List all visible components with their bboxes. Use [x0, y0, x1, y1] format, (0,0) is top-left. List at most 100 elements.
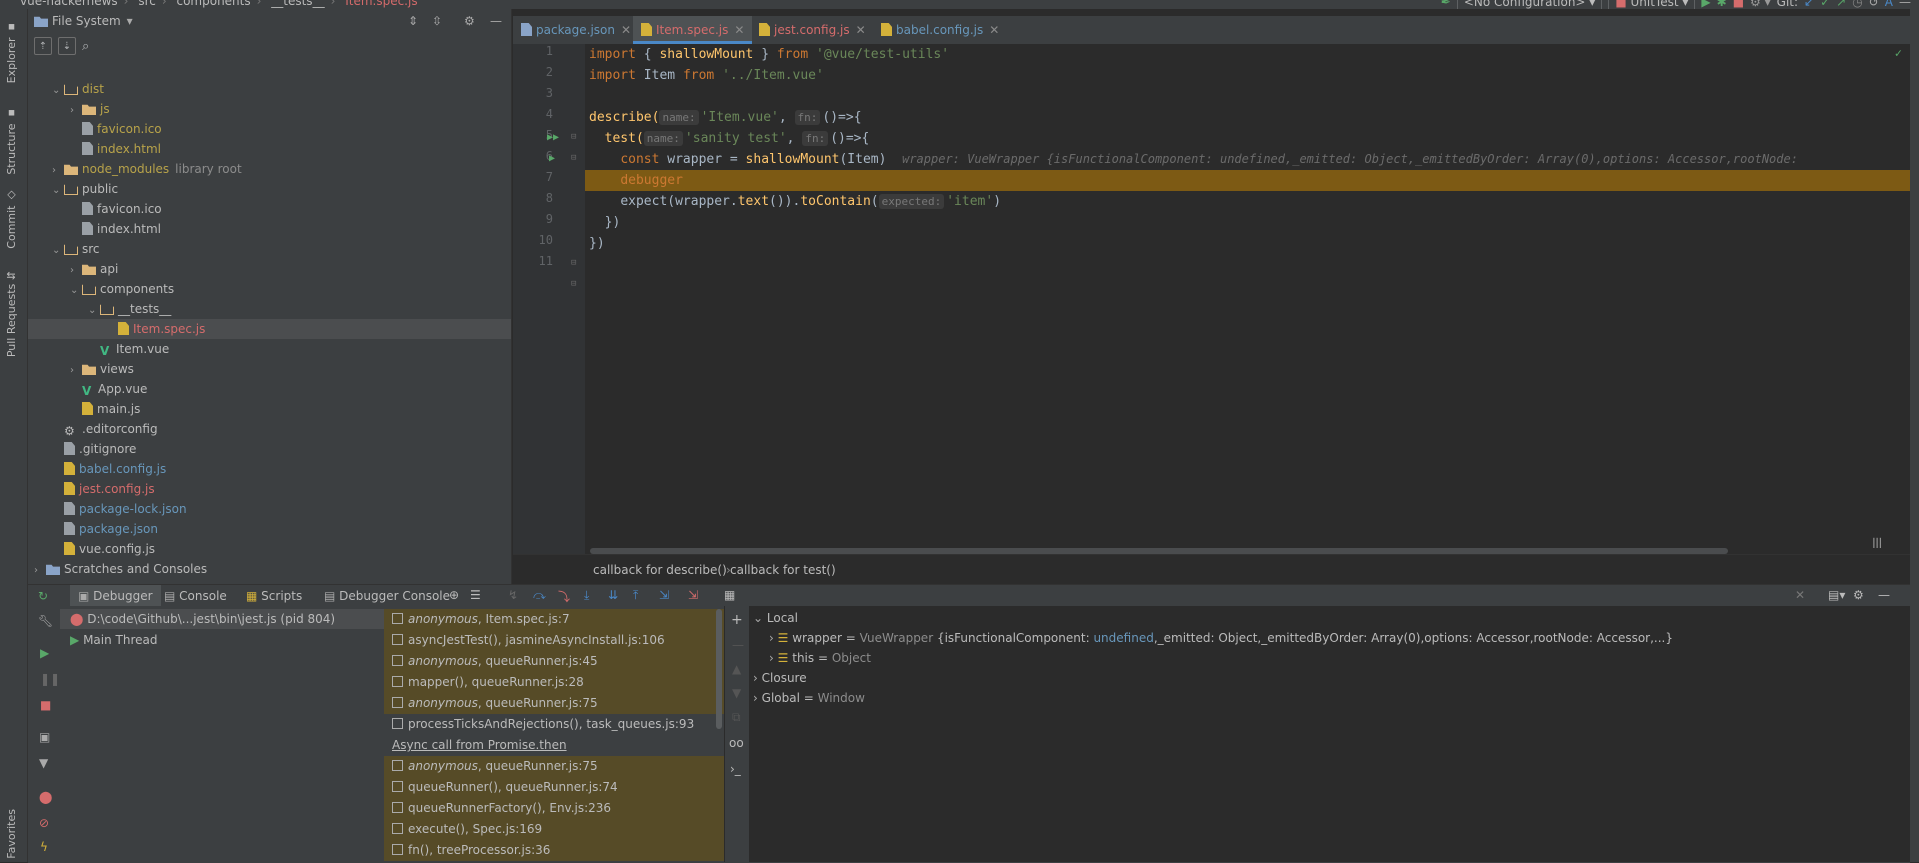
fold-icon[interactable]: ⊟ [571, 258, 576, 268]
chevron-down-icon[interactable]: ⌄ [70, 281, 82, 301]
close-icon[interactable]: ✕ [621, 23, 631, 37]
run-test-icon[interactable]: ▶ [549, 153, 555, 164]
unit-test-config-select[interactable]: ■ UnitTest ▾ [1608, 0, 1696, 9]
variable-wrapper[interactable]: › ☰ wrapper = VueWrapper {isFunctionalCo… [769, 628, 1673, 648]
coverage-icon[interactable]: ⚙ ▾ [1750, 0, 1771, 9]
async-separator[interactable]: Async call from Promise.then [384, 735, 724, 756]
stack-frame[interactable]: anonymous, queueRunner.js:45 [384, 651, 724, 672]
expand-all-icon[interactable]: ⇕ [408, 14, 418, 28]
stack-frame[interactable]: queueRunner(), queueRunner.js:74 [384, 777, 724, 798]
pause-icon[interactable]: ❚❚ [40, 672, 60, 686]
stack-frame[interactable]: anonymous, queueRunner.js:75 [384, 756, 724, 777]
lightning-icon[interactable]: ϟ [40, 840, 48, 854]
scroll-from-source-icon[interactable]: ⇡ [34, 37, 52, 55]
chevron-down-icon[interactable]: ▾ [127, 14, 133, 28]
tab-scripts[interactable]: ▦ Scripts [246, 585, 302, 607]
table-view-icon[interactable]: ▦ [724, 588, 735, 602]
chevron-right-icon[interactable]: › [70, 261, 82, 281]
tree-item[interactable]: › js [70, 99, 110, 119]
git-commit-icon[interactable]: ✓ [1820, 0, 1830, 9]
tree-item[interactable]: ⌄ dist [52, 79, 104, 99]
tree-item[interactable]: package-lock.json [52, 499, 187, 519]
breadcrumb-describe[interactable]: callback for describe() [593, 563, 727, 577]
tree-item[interactable]: › views [70, 359, 134, 379]
collapse-all-icon[interactable]: ⇳ [432, 14, 442, 28]
git-update-icon[interactable]: ↙ [1804, 0, 1814, 9]
tree-item[interactable]: ⌄ __tests__ [88, 299, 171, 319]
chevron-right-icon[interactable]: › [34, 561, 46, 581]
close-icon[interactable]: ✕ [734, 23, 744, 37]
editor-gutter[interactable]: 1 2 3 4 5 6 7 8 9 10 11 ▶▶ ▶ ⊟ ⊟ ⊟ ⊟ [513, 44, 585, 554]
tab-jest-config-js[interactable]: jest.config.js ✕ [751, 16, 874, 44]
chevron-down-icon[interactable]: ⌄ [52, 181, 64, 201]
breadcrumb-test[interactable]: callback for test() [730, 563, 836, 577]
stack-frame[interactable]: fn(), treeProcessor.js:36 [384, 840, 724, 861]
evaluate-icon[interactable]: ⇲ [688, 588, 698, 602]
tree-item[interactable]: favicon.ico [70, 119, 162, 139]
tab-pull-requests[interactable]: Pull Requests ⇵ [5, 271, 18, 357]
fold-icon[interactable]: ⊟ [571, 279, 576, 289]
filter-icon[interactable]: ▼ [39, 756, 48, 770]
stack-frame[interactable]: asyncJestTest(), jasmineAsyncInstall.js:… [384, 630, 724, 651]
git-history-icon[interactable]: ◷ [1852, 0, 1862, 9]
step-into-my-code-icon[interactable]: ⤓ [584, 588, 589, 603]
fold-icon[interactable]: ⊟ [571, 153, 576, 163]
tree-item[interactable]: index.html [70, 139, 161, 159]
chevron-down-icon[interactable]: ⌄ [88, 301, 100, 321]
step-out-icon[interactable]: ⤒ [633, 588, 638, 603]
tree-item[interactable]: ⌄ src [52, 239, 100, 259]
translate-icon[interactable]: A [1885, 0, 1893, 9]
process-row[interactable]: ⬤ D:\code\Github\...jest\bin\jest.js (pi… [60, 609, 384, 629]
breadcrumb-file[interactable]: Item.spec.js [345, 0, 417, 8]
tab-item-spec-js[interactable]: Item.spec.js ✕ [633, 16, 753, 44]
inspection-ok-icon[interactable]: ✓ [1895, 46, 1902, 60]
debug-icon[interactable]: ✱ [1717, 0, 1727, 9]
chevron-right-icon[interactable]: › [70, 101, 82, 121]
step-into-icon[interactable]: ⤵ [558, 588, 570, 605]
stop-icon[interactable]: ■ [1733, 0, 1744, 9]
stack-frame[interactable]: anonymous, queueRunner.js:75 [384, 693, 724, 714]
scope-global[interactable]: › Global = Window [753, 688, 865, 708]
tree-item[interactable]: V Item.vue [88, 339, 169, 359]
tab-favorites[interactable]: Favorites [5, 809, 18, 859]
show-execution-point-icon[interactable]: ↯ [508, 588, 518, 602]
stack-frame[interactable]: anonymous, Item.spec.js:7 [384, 609, 724, 630]
close-icon[interactable]: ✕ [1795, 588, 1805, 602]
scope-closure[interactable]: › Closure [753, 668, 807, 688]
hide-panel-icon[interactable]: — [1878, 588, 1890, 602]
scroll-to-source-icon[interactable]: ⇣ [58, 37, 76, 55]
tree-item[interactable]: › node_modules library root [52, 159, 242, 179]
resume-icon[interactable]: ▶ [40, 646, 49, 660]
tab-babel-config-js[interactable]: babel.config.js ✕ [873, 16, 1007, 44]
remove-watch-icon[interactable]: — [732, 638, 744, 652]
close-icon[interactable]: ✕ [989, 23, 999, 37]
minimize-icon[interactable]: — [1899, 0, 1911, 9]
tree-item[interactable]: vue.config.js [52, 539, 155, 559]
frames-scrollbar[interactable] [716, 609, 722, 729]
chevron-right-icon[interactable]: › [70, 361, 82, 381]
view-breakpoints-icon[interactable]: ⬤ [39, 790, 52, 804]
tab-commit[interactable]: Commit ◇ [5, 189, 18, 249]
tree-item[interactable]: favicon.ico [70, 199, 162, 219]
hide-panel-icon[interactable]: — [490, 14, 502, 28]
tree-item[interactable]: main.js [70, 399, 140, 419]
tab-structure[interactable]: Structure ▪ [5, 107, 18, 175]
tab-debugger[interactable]: ▣ Debugger [70, 585, 161, 607]
thread-row[interactable]: ▶ Main Thread [70, 630, 157, 650]
git-rollback-icon[interactable]: ↺ [1869, 0, 1879, 9]
close-icon[interactable]: ✕ [856, 23, 866, 37]
tree-item[interactable]: package.json [52, 519, 158, 539]
run-all-tests-icon[interactable]: ▶▶ [547, 132, 559, 143]
move-down-icon[interactable]: ▼ [732, 686, 741, 700]
stack-frame[interactable]: mapper(), queueRunner.js:28 [384, 672, 724, 693]
tree-item[interactable]: V App.vue [70, 379, 147, 399]
search-icon[interactable]: ⌕ [82, 39, 89, 54]
force-step-into-icon[interactable]: ⇊ [608, 588, 618, 602]
duplicate-icon[interactable]: ⧉ [732, 710, 741, 725]
mute-breakpoints-icon[interactable]: ⊘ [39, 816, 49, 830]
chevron-down-icon[interactable]: ⌄ [52, 241, 64, 261]
stack-frame[interactable]: queueRunnerFactory(), Env.js:236 [384, 798, 724, 819]
run-configuration-select[interactable]: <No Configuration> ▾ [1456, 0, 1603, 9]
breadcrumb-components[interactable]: components [176, 0, 250, 8]
layout-icon[interactable]: ☰ [470, 588, 481, 602]
